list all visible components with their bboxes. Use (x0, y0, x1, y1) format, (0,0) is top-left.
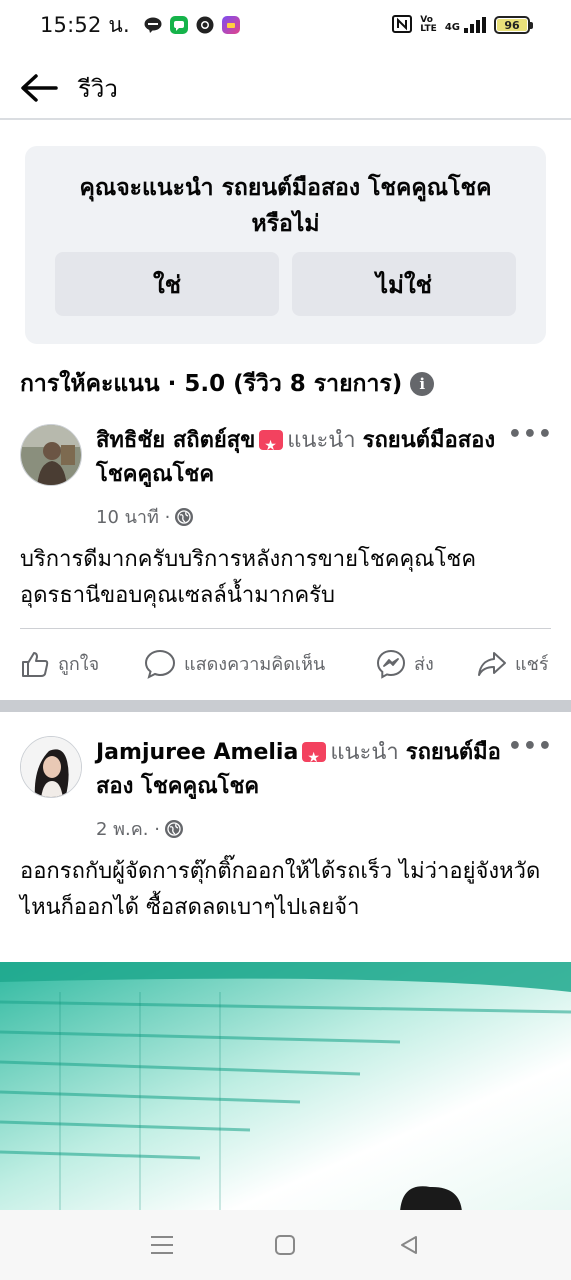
recommend-question: คุณจะแนะนำ รถยนต์มือสอง โชคคูณโชค หรือไม… (79, 175, 492, 237)
chat-icon (169, 16, 188, 34)
home-square-icon (275, 1235, 296, 1255)
review-text: บริการดีมากครับบริการหลังการขายโชคคุณโชค… (20, 547, 477, 608)
share-label: แชร์ (515, 654, 549, 675)
battery-icon: 96 (494, 16, 533, 34)
like-button[interactable]: ถูกใจ (20, 649, 99, 679)
post-divider (0, 700, 571, 712)
recommends-label: แนะนำ (330, 740, 399, 765)
review-time[interactable]: 10 นาที · (96, 502, 170, 531)
info-icon[interactable]: i (410, 372, 435, 396)
menu-button[interactable] (147, 1230, 177, 1260)
recommend-badge-icon (302, 741, 327, 775)
review-photo[interactable] (0, 962, 571, 1212)
recommend-buttons: ใช่ ไม่ใช่ (55, 252, 516, 316)
avatar[interactable] (20, 736, 82, 798)
battery-level: 96 (497, 19, 527, 32)
recommend-yes-button[interactable]: ใช่ (55, 252, 279, 316)
review-time[interactable]: 2 พ.ค. · (96, 814, 160, 843)
send-button[interactable]: ส่ง (376, 649, 434, 679)
review-header: Jamjuree Ameliaแนะนำ รถยนต์มือสอง โชคคูณ… (96, 736, 516, 804)
status-indicators: Vo LTE 4G 96 (392, 14, 533, 36)
volte-icon: Vo LTE (420, 15, 437, 34)
status-time: 15:52 น. (40, 12, 130, 37)
avatar[interactable] (20, 424, 82, 486)
chrome-icon (196, 16, 214, 34)
status-app-icons (144, 16, 240, 34)
share-icon (478, 651, 506, 676)
recommend-badge-icon (259, 429, 284, 463)
network-type: 4G (444, 22, 460, 33)
back-button[interactable] (20, 68, 60, 108)
review-meta: 2 พ.ค. · (96, 814, 183, 843)
back-arrow-icon (21, 74, 58, 102)
review-author[interactable]: สิทธิชัย สถิตย์สุข (96, 428, 255, 453)
status-bar: 15:52 น. Vo LTE 4G 96 (0, 0, 571, 50)
share-button[interactable]: แชร์ (477, 649, 549, 678)
more-options-button[interactable]: ••• (508, 734, 553, 759)
comment-label: แสดงความคิดเห็น (184, 654, 326, 675)
thumbs-up-icon (22, 651, 49, 677)
review-text: ออกรถกับผู้จัดการตุ๊กติ๊กออกให้ได้รถเร็ว… (20, 859, 541, 920)
recommend-prompt-card: คุณจะแนะนำ รถยนต์มือสอง โชคคูณโชค หรือไม… (25, 146, 546, 344)
send-label: ส่ง (414, 654, 434, 675)
recommends-label: แนะนำ (287, 428, 356, 453)
messenger-icon (376, 649, 406, 679)
review-header: สิทธิชัย สถิตย์สุขแนะนำ รถยนต์มือสอง โชค… (96, 424, 516, 492)
globe-icon (164, 819, 183, 838)
system-nav-bar (0, 1210, 571, 1280)
more-options-button[interactable]: ••• (508, 422, 553, 447)
home-button[interactable] (270, 1230, 300, 1260)
like-label: ถูกใจ (58, 654, 100, 675)
line-icon (144, 16, 162, 34)
back-triangle-icon (401, 1236, 418, 1254)
signal-icon: 4G (445, 17, 486, 33)
globe-icon (175, 507, 194, 526)
rating-summary: การให้คะแนน · 5.0 (รีวิว 8 รายการ) i (20, 366, 435, 402)
recommend-no-button[interactable]: ไม่ใช่ (292, 252, 516, 316)
comment-button[interactable]: แสดงความคิดเห็น (144, 649, 325, 679)
nfc-icon (392, 14, 413, 36)
page-title: รีวิว (78, 74, 118, 103)
app-icon (221, 16, 240, 34)
post-actions: ถูกใจ แสดงความคิดเห็น ส่ง แชร์ (20, 628, 551, 698)
page-header: รีวิว (0, 58, 571, 120)
rating-text: การให้คะแนน · 5.0 (รีวิว 8 รายการ) (20, 371, 403, 397)
back-nav-button[interactable] (394, 1230, 424, 1260)
menu-icon (150, 1236, 173, 1254)
review-author[interactable]: Jamjuree Amelia (96, 740, 298, 765)
review-meta: 10 นาที · (96, 502, 194, 531)
comment-icon (144, 649, 176, 679)
